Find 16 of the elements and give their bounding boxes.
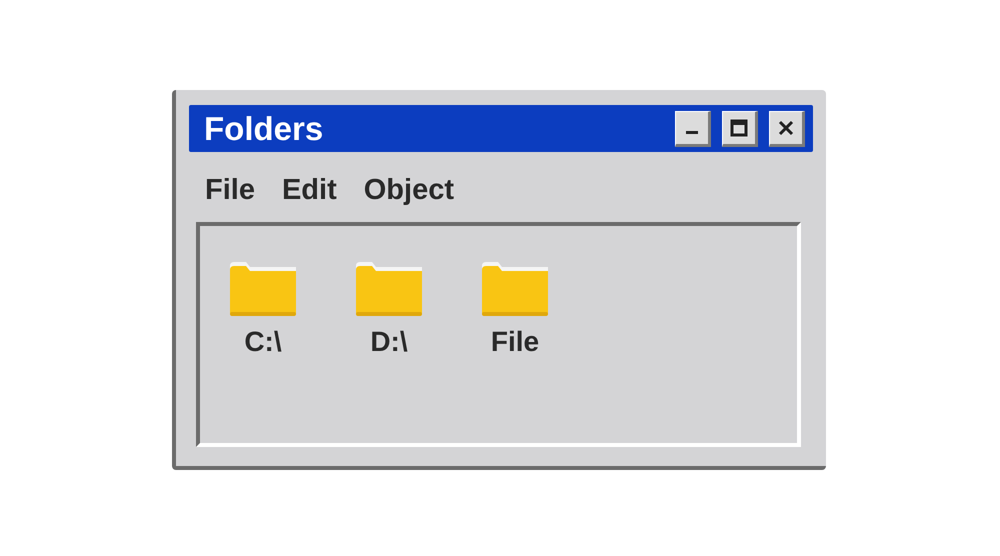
folder-label[interactable]: D:\	[370, 328, 408, 356]
maximize-button[interactable]	[722, 110, 758, 146]
folder-icon	[482, 262, 548, 316]
folder-icon	[230, 262, 296, 316]
close-button[interactable]	[769, 110, 805, 146]
window-title: Folders	[204, 112, 324, 145]
menu-item[interactable]: Object	[364, 172, 454, 208]
maximize-icon	[730, 118, 748, 136]
minimize-icon	[686, 131, 698, 134]
folder-label[interactable]: C:\	[244, 328, 282, 356]
close-icon	[777, 118, 795, 136]
menu-item[interactable]: File	[205, 172, 255, 208]
folder-label[interactable]: File	[490, 328, 540, 356]
menu-item[interactable]: Edit	[282, 172, 337, 208]
folder-icon	[356, 262, 422, 316]
minimize-button[interactable]	[675, 110, 711, 146]
